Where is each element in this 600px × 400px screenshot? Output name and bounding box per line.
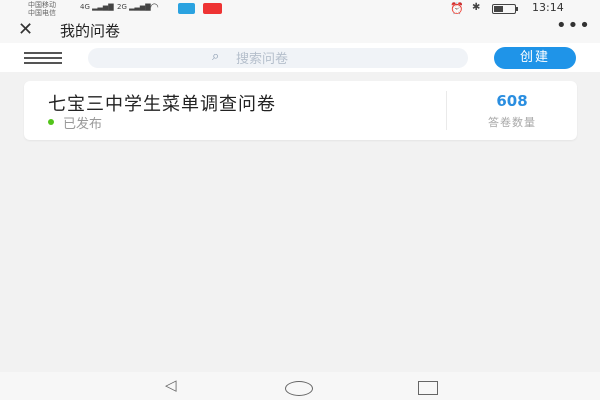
signal-4g: 4G ▂▃▅▇ [80,3,114,11]
carrier-1: 中国移动 [28,1,56,9]
search-input[interactable] [234,49,458,69]
status-bar: 中国移动 中国电信 4G ▂▃▅▇ 2G ▂▃▅▇ ◠ ⏰ ✱ 13:14 [0,0,600,17]
carrier-2: 中国电信 [28,9,56,17]
mail-icon [203,3,222,14]
back-icon[interactable]: ◁ [165,376,177,394]
search-icon: ⌕ [212,49,220,64]
signal-2g: 2G ▂▃▅▇ [117,3,151,11]
search-box[interactable]: ⌕ [88,48,468,69]
bluetooth-icon: ✱ [472,2,481,13]
more-icon[interactable]: ••• [556,15,591,36]
status-dot [48,119,54,125]
nav-bar: ◁ [0,372,600,400]
survey-status: 已发布 [63,117,103,132]
carrier-info: 中国移动 中国电信 [28,1,56,17]
home-icon[interactable] [285,381,313,396]
recent-apps-icon[interactable] [418,381,438,395]
battery-icon [492,4,518,14]
create-button[interactable]: 创建 [494,47,576,69]
clock: 13:14 [532,1,564,14]
telegram-icon [178,3,195,14]
close-icon[interactable]: ✕ [18,19,33,40]
page-title: 我的问卷 [60,22,121,40]
survey-card[interactable]: 七宝三中学生菜单调查问卷 已发布 608 答卷数量 [24,81,577,140]
alarm-icon: ⏰ [450,2,464,15]
response-count: 608 [496,92,528,110]
wifi-icon: ◠ [150,2,159,13]
menu-icon[interactable] [24,52,62,64]
toolbar: ⌕ 创建 [0,43,600,72]
response-count-label: 答卷数量 [488,116,536,129]
title-bar: ✕ 我的问卷 ••• [0,15,600,43]
